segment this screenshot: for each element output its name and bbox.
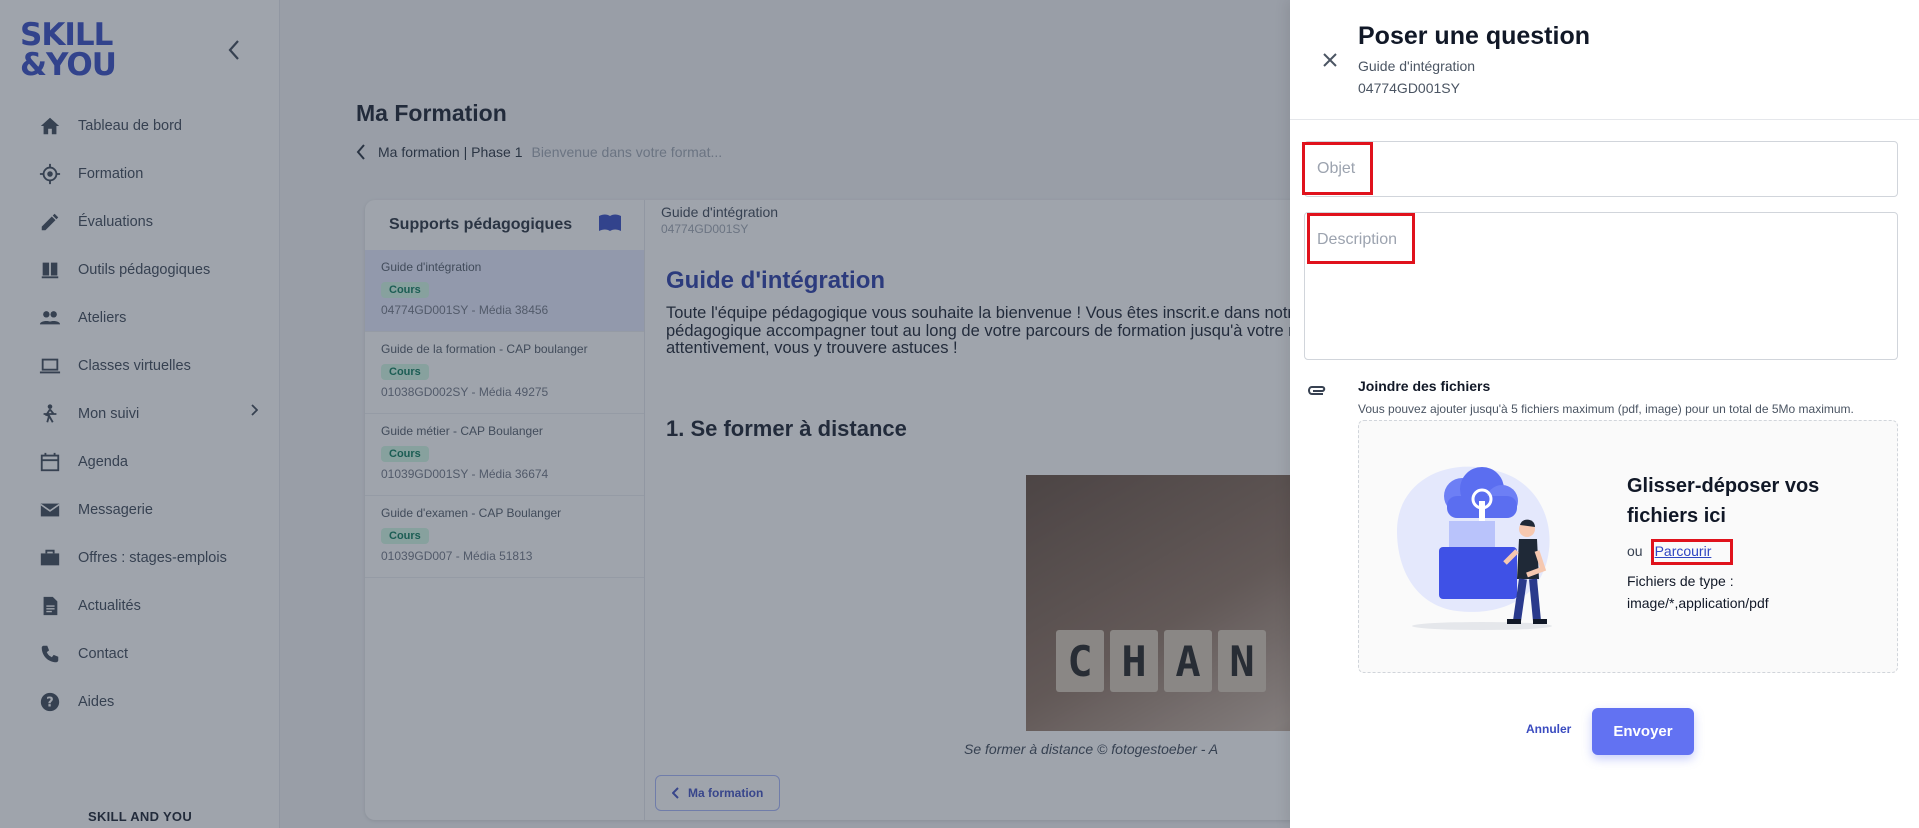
upload-illustration-icon: [1387, 451, 1577, 636]
drawer-code: 04774GD001SY: [1358, 80, 1460, 96]
attach-description: Vous pouvez ajouter jusqu'à 5 fichiers m…: [1358, 402, 1854, 416]
drawer-title: Poser une question: [1358, 22, 1590, 50]
attach-title: Joindre des fichiers: [1358, 378, 1491, 394]
description-input[interactable]: [1305, 213, 1897, 359]
file-types-label: Fichiers de type :: [1627, 573, 1734, 589]
objet-input[interactable]: [1305, 142, 1897, 196]
divider: [1290, 119, 1919, 120]
paperclip-icon: [1306, 377, 1330, 401]
file-types: image/*,application/pdf: [1627, 595, 1769, 611]
modal-backdrop[interactable]: [0, 0, 1290, 828]
dropzone-title: Glisser-déposer vos fichiers ici: [1627, 475, 1820, 527]
cancel-button[interactable]: Annuler: [1526, 722, 1571, 736]
close-button[interactable]: [1318, 48, 1342, 72]
question-drawer: Poser une question Guide d'intégration 0…: [1290, 0, 1919, 828]
objet-field[interactable]: [1304, 141, 1898, 197]
or-label: ou: [1627, 543, 1643, 559]
drawer-subtitle: Guide d'intégration: [1358, 58, 1476, 74]
send-button[interactable]: Envoyer: [1592, 708, 1694, 755]
file-dropzone[interactable]: Glisser-déposer vos fichiers ici ou Parc…: [1358, 420, 1898, 673]
description-field[interactable]: [1304, 212, 1898, 360]
browse-link[interactable]: Parcourir: [1655, 543, 1712, 559]
dropzone-browse-row: ou Parcourir: [1627, 543, 1711, 559]
close-icon: [1323, 53, 1337, 67]
